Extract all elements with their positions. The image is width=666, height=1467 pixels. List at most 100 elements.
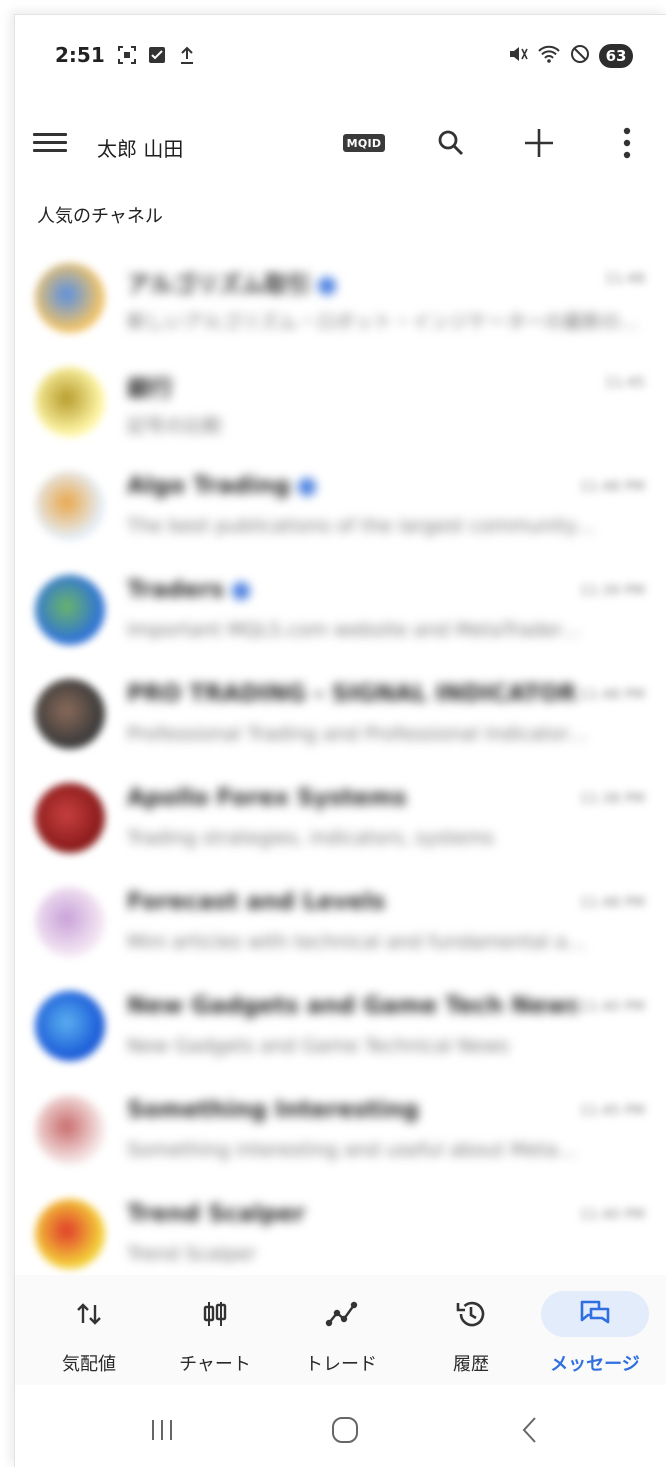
mute-vibrate-icon bbox=[507, 44, 529, 68]
section-title: 人気のチャネル bbox=[37, 206, 163, 227]
channel-name: Apollo Forex Systems bbox=[127, 785, 407, 811]
system-navigation bbox=[15, 1390, 666, 1467]
channel-row[interactable]: Forecast and Levels 11:48 PM Mini articles… bbox=[15, 867, 666, 971]
back-icon[interactable] bbox=[505, 1410, 555, 1450]
channel-name: 銀行 bbox=[127, 369, 173, 403]
channel-avatar bbox=[35, 1095, 105, 1165]
channel-time: 11:39 PM bbox=[579, 583, 645, 599]
history-icon bbox=[439, 1291, 503, 1337]
verified-badge-icon bbox=[232, 581, 251, 600]
recents-icon[interactable] bbox=[137, 1410, 187, 1450]
channel-row[interactable]: Trend Scalper 11:40 PM Trend Scalper bbox=[15, 1179, 666, 1283]
channel-time: 11:40 PM bbox=[579, 1207, 645, 1223]
channel-name-text: Traders bbox=[127, 577, 225, 603]
add-icon[interactable] bbox=[517, 121, 561, 165]
channel-preview: Trend Scalper bbox=[127, 1243, 257, 1265]
nav-trade[interactable]: トレード bbox=[281, 1275, 401, 1385]
channel-avatar bbox=[35, 1199, 105, 1269]
channel-name-text: Apollo Forex Systems bbox=[127, 785, 407, 811]
channel-name-text: アルゴリズム取引 bbox=[127, 272, 311, 298]
channel-avatar bbox=[35, 991, 105, 1061]
verified-badge-icon bbox=[318, 276, 337, 295]
channel-avatar bbox=[35, 367, 105, 437]
home-icon[interactable] bbox=[320, 1410, 370, 1450]
channel-name-text: Something Interesting bbox=[127, 1097, 419, 1123]
nav-history[interactable]: 履歴 bbox=[411, 1275, 531, 1385]
search-icon[interactable] bbox=[429, 121, 473, 165]
app-bar: 太郎 山田 MQID bbox=[15, 105, 666, 185]
do-not-disturb-icon bbox=[569, 43, 591, 69]
channel-preview: The best publications of the largest com… bbox=[127, 515, 596, 537]
nav-label: 気配値 bbox=[62, 1354, 116, 1375]
channel-name: アルゴリズム取引 bbox=[127, 265, 337, 299]
trade-icon bbox=[309, 1291, 373, 1337]
channel-time: 11:45 PM bbox=[579, 1103, 645, 1119]
channel-name: Algo Trading bbox=[127, 473, 317, 499]
channel-row[interactable]: Apollo Forex Systems 11:38 PM Trading stra… bbox=[15, 763, 666, 867]
messages-icon bbox=[541, 1291, 649, 1337]
bottom-navigation: 気配値 チャート トレード 履歴 メッセージ bbox=[15, 1275, 666, 1385]
channel-avatar bbox=[35, 783, 105, 853]
status-bar: 2:51 63 bbox=[15, 15, 666, 95]
channel-name-text: Trend Scalper bbox=[127, 1201, 305, 1227]
nav-label: メッセージ bbox=[550, 1354, 640, 1375]
channel-preview: 新しいアルゴリズム・ロボット・インジケーターの最新の… bbox=[127, 311, 637, 333]
channel-name: Trend Scalper bbox=[127, 1201, 305, 1227]
channel-row[interactable]: 銀行 11:45 記号の比較 bbox=[15, 347, 666, 451]
channel-name-text: Algo Trading bbox=[127, 473, 291, 499]
channel-row[interactable]: Traders 11:39 PM Important MQL5.com websit… bbox=[15, 555, 666, 659]
channel-time: 11:48 bbox=[604, 271, 645, 287]
nav-label: トレード bbox=[305, 1354, 377, 1375]
channel-preview: 記号の比較 bbox=[127, 415, 223, 437]
channel-time: 11:45 bbox=[604, 375, 645, 391]
channel-time: 11:48 PM bbox=[579, 687, 645, 703]
check-square-icon bbox=[147, 45, 167, 69]
channel-preview: New Gadgets and Game Technical News bbox=[127, 1035, 510, 1057]
channel-avatar bbox=[35, 263, 105, 333]
channel-preview: Trading strategies, indicators, systems bbox=[127, 827, 494, 849]
channel-name: Forecast and Levels bbox=[127, 889, 385, 915]
channel-row[interactable]: Algo Trading 11:48 PM The best publication… bbox=[15, 451, 666, 555]
channel-avatar bbox=[35, 471, 105, 541]
nav-quotes[interactable]: 気配値 bbox=[29, 1275, 149, 1385]
more-vert-icon[interactable] bbox=[605, 121, 649, 165]
status-right-icons: 63 bbox=[507, 43, 633, 69]
nav-chart[interactable]: チャート bbox=[155, 1275, 275, 1385]
wifi-icon bbox=[537, 44, 561, 68]
battery-indicator: 63 bbox=[599, 44, 633, 68]
channel-row[interactable]: アルゴリズム取引 11:48 新しいアルゴリズム・ロボット・インジケーターの最新の… bbox=[15, 243, 666, 347]
channel-time: 11:48 PM bbox=[579, 479, 645, 495]
channel-list: アルゴリズム取引 11:48 新しいアルゴリズム・ロボット・インジケーターの最新の…… bbox=[15, 243, 666, 1283]
channel-avatar bbox=[35, 887, 105, 957]
channel-preview: Professional Trading and Professional In… bbox=[127, 723, 588, 745]
candlestick-icon bbox=[183, 1291, 247, 1337]
channel-name-text: Forecast and Levels bbox=[127, 889, 386, 915]
user-name[interactable]: 太郎 山田 bbox=[97, 133, 183, 162]
status-left-icons bbox=[117, 45, 197, 69]
channel-time: 11:40 PM bbox=[579, 999, 645, 1015]
channel-name: Traders bbox=[127, 577, 251, 603]
channel-row[interactable]: Something Interesting 11:45 PM Something i… bbox=[15, 1075, 666, 1179]
channel-name-text: New Gadgets and Game Tech News bbox=[127, 993, 577, 1019]
channel-preview: Important MQL5.com website and MetaTrade… bbox=[127, 619, 582, 641]
menu-icon[interactable] bbox=[33, 129, 67, 159]
app-screen: 2:51 63 太郎 山田 MQID 人気のチャネル アルゴリズム取引 11:4… bbox=[14, 14, 666, 1467]
nav-label: 履歴 bbox=[453, 1354, 489, 1375]
channel-time: 11:48 PM bbox=[579, 895, 645, 911]
channel-time: 11:38 PM bbox=[579, 791, 645, 807]
channel-row[interactable]: New Gadgets and Game Tech News 11:40 PM Ne… bbox=[15, 971, 666, 1075]
channel-name: Something Interesting bbox=[127, 1097, 419, 1123]
channel-name: New Gadgets and Game Tech News bbox=[127, 993, 577, 1019]
channel-name-text: PRO TRADING - SIGNAL INDICATOR bbox=[127, 681, 577, 707]
verified-badge-icon bbox=[298, 477, 317, 496]
status-time: 2:51 bbox=[55, 43, 105, 67]
channel-name-text: 銀行 bbox=[127, 376, 173, 402]
mqid-badge[interactable]: MQID bbox=[343, 134, 385, 152]
quotes-icon bbox=[57, 1291, 121, 1337]
channel-preview: Mini articles with technical and fundame… bbox=[127, 931, 586, 953]
channel-preview: Something interesting and useful about M… bbox=[127, 1139, 577, 1161]
channel-avatar bbox=[35, 679, 105, 749]
nav-messages[interactable]: メッセージ bbox=[535, 1275, 655, 1385]
channel-name: PRO TRADING - SIGNAL INDICATOR bbox=[127, 681, 577, 707]
channel-row[interactable]: PRO TRADING - SIGNAL INDICATOR 11:48 PM Pr… bbox=[15, 659, 666, 763]
